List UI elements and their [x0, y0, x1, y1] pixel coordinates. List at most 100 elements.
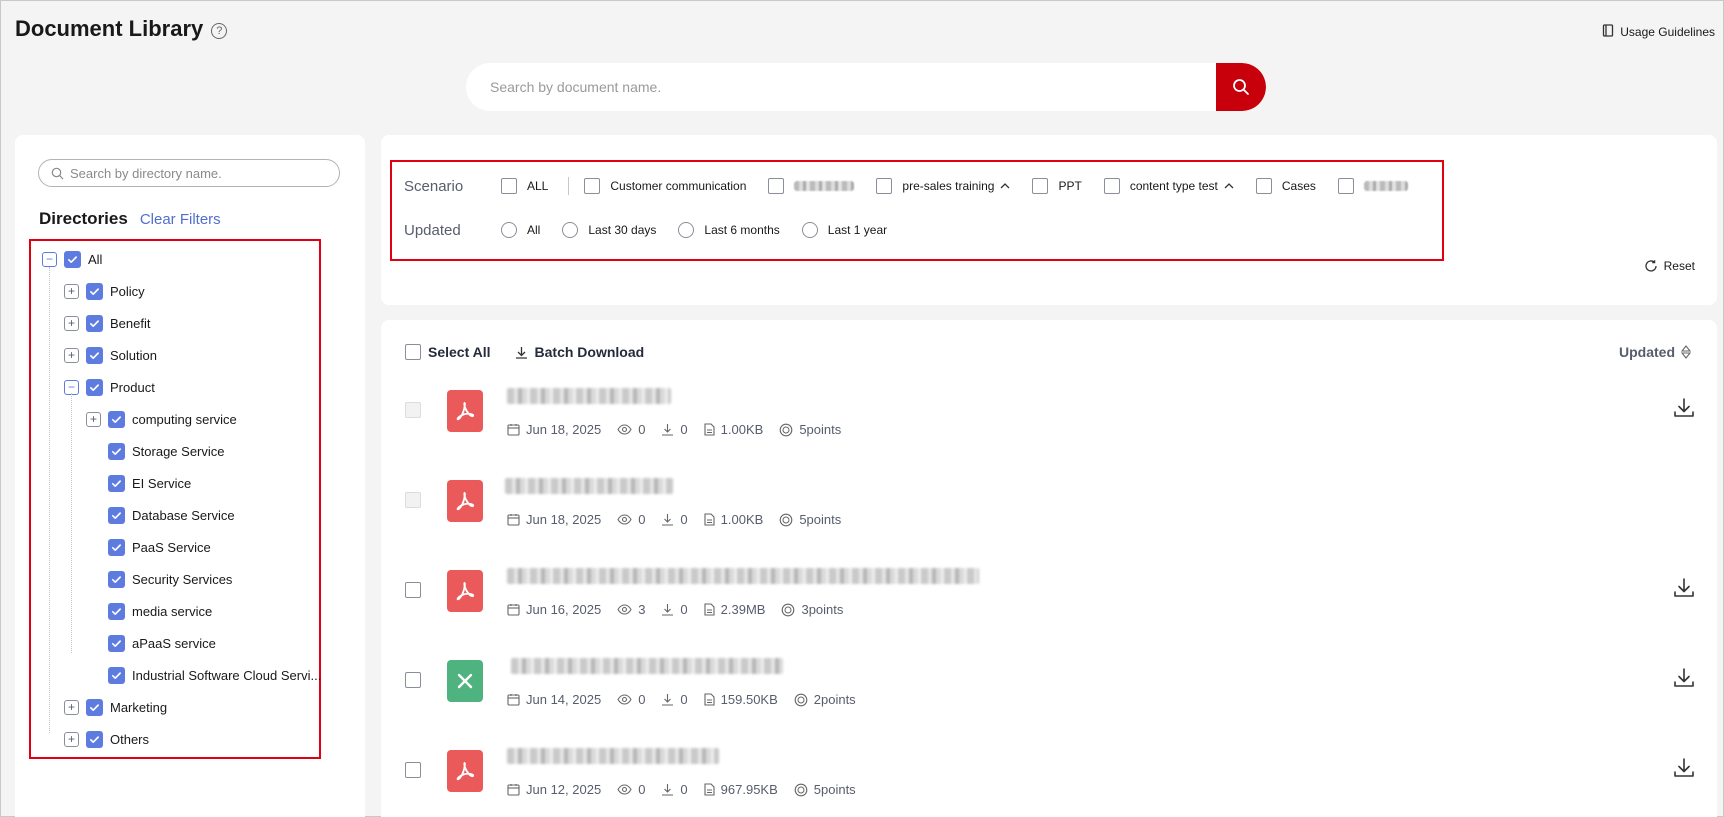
updated-radio-option[interactable]: Last 30 days [562, 222, 656, 238]
document-name-blurred[interactable] [507, 568, 979, 584]
tree-node[interactable]: + computing service [86, 409, 237, 429]
expand-icon[interactable]: + [64, 699, 79, 715]
tree-node[interactable]: media service [108, 601, 212, 621]
updated-option-label: All [527, 223, 541, 237]
row-checkbox[interactable] [405, 762, 421, 778]
meta-size: 2.39MB [704, 602, 765, 617]
checkbox-box [1255, 178, 1272, 194]
scenario-option[interactable] [768, 178, 855, 194]
chevron-up-icon[interactable] [1000, 181, 1010, 192]
tree-node[interactable]: Security Services [108, 569, 232, 589]
meta-views-value: 0 [638, 512, 646, 527]
document-row[interactable]: Jun 12, 2025 0 0 967.95KB 5points [405, 730, 1695, 810]
reset-button[interactable]: Reset [1644, 259, 1695, 273]
tree-node[interactable]: − Product [64, 377, 155, 397]
tree-checkbox[interactable] [108, 506, 125, 524]
download-icon[interactable] [1673, 668, 1695, 693]
tree-node[interactable]: EI Service [108, 473, 191, 493]
eye-icon [617, 784, 632, 795]
document-list-panel: Select All Batch Download Updated Jun 18… [381, 320, 1717, 817]
row-checkbox [405, 402, 421, 418]
tree-checkbox[interactable] [108, 570, 125, 588]
search-button[interactable] [1216, 63, 1266, 111]
expand-icon[interactable]: + [64, 315, 79, 331]
tree-checkbox[interactable] [108, 666, 125, 684]
collapse-icon[interactable]: − [42, 251, 57, 267]
scenario-option[interactable]: Cases [1255, 178, 1316, 194]
tree-checkbox[interactable] [86, 282, 103, 300]
scenario-option[interactable]: ALL [501, 178, 548, 194]
updated-radio-option[interactable]: Last 1 year [801, 222, 887, 238]
tree-node[interactable]: Industrial Software Cloud Servi... [108, 665, 321, 685]
download-icon[interactable] [1673, 578, 1695, 603]
help-icon[interactable]: ? [211, 23, 228, 39]
tree-checkbox[interactable] [108, 634, 125, 652]
scenario-option[interactable] [1337, 178, 1408, 194]
document-name-blurred[interactable] [505, 478, 673, 494]
sort-updated-button[interactable]: Updated [1619, 344, 1691, 360]
tree-checkbox[interactable] [86, 346, 103, 364]
tree-checkbox[interactable] [86, 730, 103, 748]
scenario-option[interactable]: content type test [1103, 178, 1234, 194]
row-checkbox[interactable] [405, 672, 421, 688]
expand-icon[interactable]: + [86, 411, 101, 427]
expand-icon[interactable]: + [64, 283, 79, 299]
scenario-option[interactable]: Customer communication [584, 178, 746, 194]
tree-node[interactable]: + Solution [64, 345, 157, 365]
tree-checkbox[interactable] [108, 538, 125, 556]
tree-checkbox[interactable] [86, 698, 103, 716]
tree-node[interactable]: aPaaS service [108, 633, 216, 653]
meta-views-value: 0 [638, 692, 646, 707]
document-name-blurred[interactable] [511, 658, 783, 674]
search-icon [51, 167, 64, 179]
tree-node[interactable]: + Policy [64, 281, 145, 301]
document-row[interactable]: Jun 14, 2025 0 0 159.50KB 2points [405, 640, 1695, 720]
chevron-up-icon[interactable] [1224, 181, 1234, 192]
tree-node[interactable]: − All [42, 249, 102, 269]
document-name-blurred[interactable] [507, 388, 671, 404]
document-name-blurred[interactable] [507, 748, 719, 764]
tree-checkbox[interactable] [108, 474, 125, 492]
document-row[interactable]: Jun 18, 2025 0 0 1.00KB 5points [405, 370, 1695, 450]
batch-download-button[interactable]: Batch Download [515, 344, 644, 360]
row-checkbox[interactable] [405, 582, 421, 598]
updated-filter-row: Updated All Last 30 days Last 6 months Last… [404, 219, 909, 241]
calendar-icon [507, 783, 520, 796]
tree-node[interactable]: + Others [64, 729, 149, 749]
clear-filters-link[interactable]: Clear Filters [140, 211, 221, 228]
download-icon[interactable] [1673, 398, 1695, 423]
document-search-input[interactable] [466, 63, 1216, 111]
download-icon[interactable] [1673, 758, 1695, 783]
expand-icon[interactable]: + [64, 347, 79, 363]
tree-node[interactable]: + Benefit [64, 313, 150, 333]
tree-node[interactable]: PaaS Service [108, 537, 211, 557]
tree-checkbox[interactable] [64, 250, 81, 268]
tree-node[interactable]: Storage Service [108, 441, 225, 461]
usage-guidelines-link[interactable]: Usage Guidelines [1602, 24, 1715, 40]
scenario-option[interactable]: pre-sales training [876, 178, 1010, 194]
tree-checkbox[interactable] [86, 378, 103, 396]
tree-node[interactable]: Database Service [108, 505, 235, 525]
reset-label: Reset [1663, 259, 1695, 273]
document-row[interactable]: Jun 18, 2025 0 0 1.00KB 5points [405, 460, 1695, 540]
document-row[interactable]: Jun 16, 2025 3 0 2.39MB 3points [405, 550, 1695, 630]
meta-points-value: 5points [813, 782, 856, 797]
meta-views-value: 3 [638, 602, 646, 617]
tree-checkbox[interactable] [108, 602, 125, 620]
expand-icon[interactable]: + [64, 731, 79, 747]
pdf-file-icon [447, 390, 483, 432]
file-size-icon [704, 693, 715, 706]
select-all-checkbox[interactable]: Select All [405, 344, 491, 360]
directory-search-input[interactable] [70, 165, 339, 181]
tree-checkbox[interactable] [86, 314, 103, 332]
tree-node-label: computing service [132, 411, 237, 427]
updated-radio-option[interactable]: All [501, 222, 540, 238]
tree-checkbox[interactable] [108, 442, 125, 460]
scenario-option[interactable]: PPT [1032, 178, 1082, 194]
directory-header: Directories Clear Filters [39, 209, 221, 229]
updated-radio-option[interactable]: Last 6 months [678, 222, 780, 238]
tree-node[interactable]: + Marketing [64, 697, 167, 717]
tree-checkbox[interactable] [108, 410, 125, 428]
file-size-icon [704, 603, 715, 616]
meta-size: 159.50KB [704, 692, 778, 707]
